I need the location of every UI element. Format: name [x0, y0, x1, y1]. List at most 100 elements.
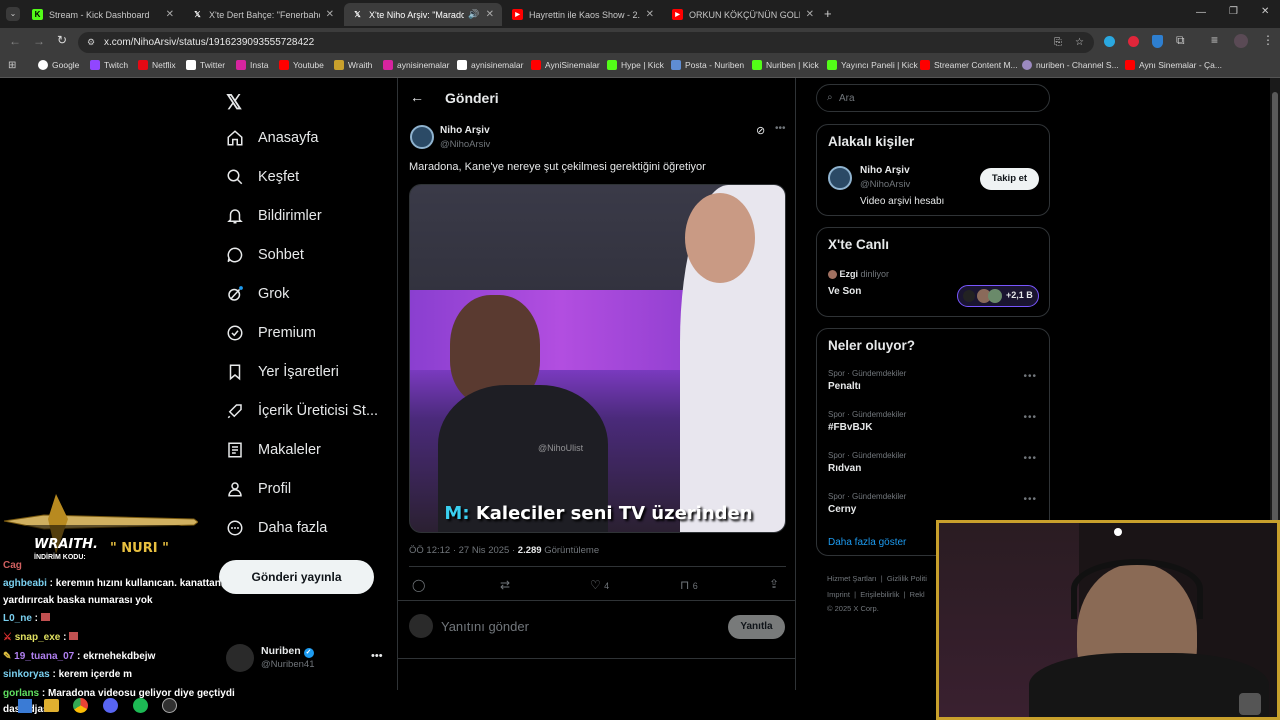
- post-button[interactable]: Gönderi yayınla: [219, 560, 374, 594]
- account-more-icon[interactable]: •••: [371, 650, 383, 662]
- new-tab-icon[interactable]: +: [824, 6, 832, 21]
- bookmark-nuriben-channel[interactable]: nuriben - Channel S...: [1022, 60, 1119, 70]
- nav-profile[interactable]: Profil: [226, 480, 291, 498]
- windows-icon[interactable]: [18, 699, 32, 713]
- x-logo-icon[interactable]: 𝕏: [226, 90, 242, 115]
- bookmark-streamer-content[interactable]: Streamer Content M...: [920, 60, 1018, 70]
- reload-icon[interactable]: ↻: [57, 33, 67, 47]
- menu-icon[interactable]: ⋮: [1262, 33, 1274, 47]
- chrome-icon[interactable]: [73, 698, 88, 713]
- trend-item[interactable]: Spor · Gündemdekiler Cerny: [828, 492, 906, 515]
- bookmark-insta[interactable]: Insta: [236, 60, 268, 70]
- site-info-icon[interactable]: ⚙: [87, 32, 95, 53]
- author-handle[interactable]: @NihoArsiv: [440, 139, 490, 150]
- trend-more-icon[interactable]: •••: [1023, 494, 1037, 505]
- bookmark-star-icon[interactable]: ☆: [1075, 32, 1084, 53]
- spotify-icon[interactable]: [133, 698, 148, 713]
- nav-more[interactable]: Daha fazla: [226, 519, 327, 537]
- bookmark-twitter[interactable]: Twitter: [186, 60, 225, 70]
- reply-input[interactable]: Yanıtını gönder: [441, 619, 529, 634]
- bookmark-ayni-sinemalar[interactable]: Aynı Sinemalar - Ça...: [1125, 60, 1222, 70]
- reading-list-icon[interactable]: ≡: [1211, 33, 1218, 47]
- close-window-icon[interactable]: ✕: [1261, 6, 1269, 17]
- apps-grid-icon[interactable]: ⊞: [8, 60, 16, 71]
- trend-more-icon[interactable]: •••: [1023, 371, 1037, 382]
- back-arrow-icon[interactable]: ←: [410, 89, 424, 105]
- close-tab-icon[interactable]: ✕: [326, 9, 334, 20]
- bookmark-nuriben-kick[interactable]: Nuriben | Kick: [752, 60, 819, 70]
- nav-home[interactable]: Anasayfa: [226, 129, 318, 147]
- tab-x-dert-bahce[interactable]: 𝕏 X'te Dert Bahçe: "Fenerbahçe'n ✕: [184, 3, 342, 26]
- address-bar[interactable]: ⚙ x.com/NihoArsiv/status/191623909355572…: [78, 32, 1094, 53]
- nav-bookmarks[interactable]: Yer İşaretleri: [226, 363, 339, 381]
- tab-x-niho-arsiv[interactable]: 𝕏 X'te Niho Arşiv: "Maradona 🔊 ✕: [344, 3, 502, 26]
- forward-icon[interactable]: →: [33, 34, 45, 48]
- close-tab-icon[interactable]: ✕: [166, 9, 174, 20]
- post-more-icon[interactable]: •••: [775, 123, 786, 134]
- space-listeners-pill[interactable]: +2,1 B: [957, 285, 1039, 307]
- bookmark-google[interactable]: Google: [38, 60, 79, 70]
- bookmark-aynisinemalar[interactable]: aynisinemalar: [383, 60, 449, 70]
- reply-button[interactable]: Yanıtla: [728, 615, 785, 639]
- like-button[interactable]: ♡ 4: [590, 578, 609, 592]
- trend-item[interactable]: Spor · Gündemdekiler Penaltı: [828, 369, 906, 392]
- bookmark-aynisinemalar-x[interactable]: aynisinemalar: [457, 60, 523, 70]
- trend-more-icon[interactable]: •••: [1023, 412, 1037, 423]
- bookmark-twitch[interactable]: Twitch: [90, 60, 128, 70]
- speaker-icon[interactable]: 🔊: [468, 9, 479, 20]
- account-avatar[interactable]: [226, 644, 254, 672]
- nav-explore[interactable]: Keşfet: [226, 168, 299, 186]
- bookmark-yayinci-paneli[interactable]: Yayıncı Paneli | Kick: [827, 60, 918, 70]
- author-avatar[interactable]: [410, 125, 434, 149]
- obs-icon[interactable]: [162, 698, 177, 713]
- author-name[interactable]: Niho Arşiv: [440, 125, 490, 136]
- search-box[interactable]: ⌕ Ara: [816, 84, 1050, 112]
- bookmark-posta[interactable]: Posta - Nuriben: [671, 60, 744, 70]
- nav-notifications[interactable]: Bildirimler: [226, 207, 322, 225]
- bookmark-hype-kick[interactable]: Hype | Kick: [607, 60, 664, 70]
- space-title[interactable]: Ve Son: [828, 286, 861, 297]
- extension-icon[interactable]: [1104, 36, 1115, 47]
- repost-icon[interactable]: ⇄: [500, 578, 510, 592]
- follow-button[interactable]: Takip et: [980, 168, 1039, 190]
- tab-youtube-orkun[interactable]: ▶ ORKUN KÖKÇÜ'NÜN GOLLERİ ✕: [664, 3, 822, 26]
- folder-icon[interactable]: [44, 699, 59, 712]
- bookmark-youtube[interactable]: Youtube: [279, 60, 324, 70]
- nav-creator-studio[interactable]: İçerik Üreticisi St...: [226, 402, 378, 420]
- tab-kick-dashboard[interactable]: K Stream - Kick Dashboard ✕: [24, 3, 182, 26]
- footer-links[interactable]: Imprint | Erişilebilirlik | Rekl: [827, 590, 925, 599]
- extension-icon[interactable]: [1128, 36, 1139, 47]
- post-video[interactable]: @NihoUlist M: Kaleciler seni TV üzerinde…: [409, 184, 786, 533]
- extensions-puzzle-icon[interactable]: ⧉: [1176, 33, 1185, 48]
- bookmark-button[interactable]: ⊓ 6: [680, 578, 698, 592]
- bookmark-aynisinemalar-yt[interactable]: AyniSinemalar: [531, 60, 600, 70]
- show-more-link[interactable]: Daha fazla göster: [828, 537, 906, 548]
- close-tab-icon[interactable]: ✕: [646, 9, 654, 20]
- nav-premium[interactable]: Premium: [226, 324, 316, 342]
- footer-links[interactable]: Hizmet Şartları | Gizlilik Politi: [827, 574, 927, 583]
- person-name[interactable]: Niho Arşiv: [860, 165, 910, 176]
- profile-avatar[interactable]: [1234, 34, 1248, 48]
- shield-icon[interactable]: [1152, 35, 1163, 48]
- trend-item[interactable]: Spor · Gündemdekiler Rıdvan: [828, 451, 906, 474]
- reply-icon[interactable]: ◯: [412, 578, 425, 592]
- tab-search-icon[interactable]: ⌄: [6, 7, 20, 21]
- install-icon[interactable]: ⎘: [1054, 32, 1062, 53]
- close-tab-icon[interactable]: ✕: [806, 9, 814, 20]
- bookmark-wraith[interactable]: Wraith: [334, 60, 372, 70]
- nav-articles[interactable]: Makaleler: [226, 441, 321, 459]
- minimize-icon[interactable]: —: [1196, 7, 1206, 18]
- bookmark-netflix[interactable]: Netflix: [138, 60, 176, 70]
- close-tab-icon[interactable]: ✕: [486, 9, 494, 20]
- back-icon[interactable]: ←: [9, 34, 21, 48]
- discord-icon[interactable]: [103, 698, 118, 713]
- tab-youtube-kaos-show[interactable]: ▶ Hayrettin ile Kaos Show - 2.Se ✕: [504, 3, 662, 26]
- restore-icon[interactable]: ❐: [1229, 6, 1238, 17]
- share-icon[interactable]: ⇪: [769, 577, 779, 591]
- trend-more-icon[interactable]: •••: [1023, 453, 1037, 464]
- live-host-row[interactable]: Ezgi dinliyor: [828, 269, 889, 280]
- person-avatar[interactable]: [828, 166, 852, 190]
- account-switcher[interactable]: Nuriben ✓: [261, 645, 314, 658]
- grok-icon[interactable]: ⊘: [756, 124, 765, 137]
- nav-grok[interactable]: Grok: [226, 285, 289, 303]
